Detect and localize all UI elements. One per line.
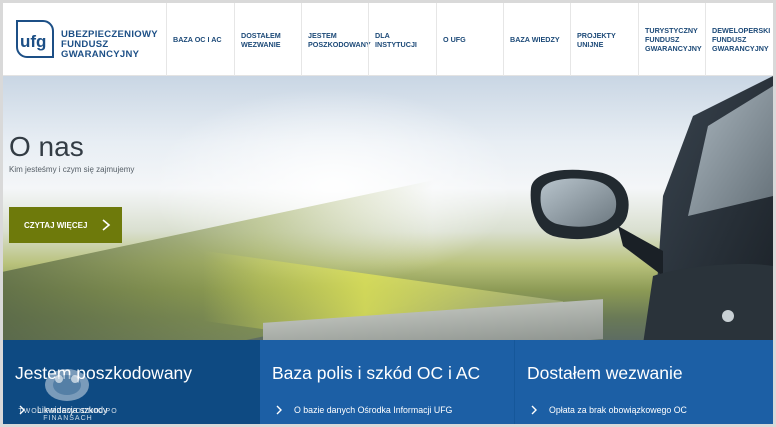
tile-baza-polis[interactable]: Baza polis i szkód OC i AC O bazie danyc…: [260, 340, 514, 424]
nav-label: DLA: [375, 30, 390, 40]
nav-label: DEWELOPERSKI: [712, 26, 771, 35]
browser-viewport: ufg UBEZPIECZENIOWY FUNDUSZ GWARANCYJNY …: [3, 3, 773, 424]
ufg-logo[interactable]: ufg UBEZPIECZENIOWY FUNDUSZ GWARANCYJNY: [13, 17, 163, 63]
hero-title: O nas: [9, 131, 84, 162]
nav-label: BAZA OC I AC: [173, 35, 222, 44]
nav-label: FUNDUSZ: [645, 35, 680, 44]
chevron-right-icon: [102, 219, 111, 231]
logo-line-3: GWARANCYJNY: [61, 49, 140, 60]
watermark-emblem-icon: [45, 369, 89, 401]
nav-label: DOSTAŁEM: [241, 30, 281, 40]
nav-label: PROJEKTY: [577, 30, 616, 40]
nav-label: BAZA WIEDZY: [510, 35, 560, 44]
site-header: ufg UBEZPIECZENIOWY FUNDUSZ GWARANCYJNY …: [3, 3, 773, 76]
nav-label: FUNDUSZ: [712, 35, 747, 44]
tile-dostalem-wezwanie[interactable]: Dostałem wezwanie Opłata za brak obowiąz…: [514, 340, 773, 424]
tile-link-o-bazie-danych[interactable]: O bazie danych Ośrodka Informacji UFG: [274, 405, 452, 415]
logo-text: UBEZPIECZENIOWY FUNDUSZ GWARANCYJNY: [61, 30, 158, 60]
read-more-button[interactable]: CZYTAJ WIĘCEJ: [9, 207, 122, 243]
nav-label: GWARANCYJNY: [712, 44, 769, 53]
nav-item-o-ufg[interactable]: O UFG: [436, 3, 503, 76]
tile-link-label: Opłata za brak obowiązkowego OC: [549, 405, 687, 415]
nav-item-turystyczny-fundusz[interactable]: TURYSTYCZNY FUNDUSZ GWARANCYJNY: [638, 3, 705, 76]
nav-label: INSTYTUCJI: [375, 39, 417, 49]
car-image: [530, 76, 773, 344]
chevron-right-icon: [531, 405, 537, 415]
nav-item-baza-oc-ac[interactable]: BAZA OC I AC: [166, 3, 234, 76]
chevron-right-icon: [276, 405, 282, 415]
ufg-logo-icon: ufg: [16, 20, 54, 58]
nav-item-dla-instytucji[interactable]: DLA INSTYTUCJI: [368, 3, 436, 76]
nav-item-baza-wiedzy[interactable]: BAZA WIEDZY: [503, 3, 570, 76]
nav-label: WEZWANIE: [241, 39, 281, 49]
nav-item-deweloperski-fundusz[interactable]: DEWELOPERSKI FUNDUSZ GWARANCYJNY: [705, 3, 773, 76]
tile-link-label: O bazie danych Ośrodka Informacji UFG: [294, 405, 453, 415]
hero-subtitle: Kim jesteśmy i czym się zajmujemy: [9, 165, 135, 174]
nav-label: UNIJNE: [577, 39, 604, 49]
nav-item-projekty-unijne[interactable]: PROJEKTY UNIJNE: [570, 3, 638, 76]
tile-title: Dostałem wezwanie: [527, 363, 683, 383]
nav-label: TURYSTYCZNY: [645, 26, 698, 35]
nav-label: O UFG: [443, 35, 466, 44]
main-nav: BAZA OC I AC DOSTAŁEM WEZWANIE JESTEM POSZ…: [166, 3, 773, 76]
nav-item-dostalem-wezwanie[interactable]: DOSTAŁEM WEZWANIE: [234, 3, 301, 76]
svg-text:ufg: ufg: [20, 32, 46, 51]
nav-label: JESTEM: [308, 30, 337, 40]
tile-link-oplata-za-brak-oc[interactable]: Opłata za brak obowiązkowego OC: [529, 405, 687, 415]
read-more-label: CZYTAJ WIĘCEJ: [24, 220, 88, 230]
nav-label: POSZKODOWANY: [308, 39, 371, 49]
tile-title: Baza polis i szkód OC i AC: [272, 363, 481, 383]
nav-item-jestem-poszkodowany[interactable]: JESTEM POSZKODOWANY: [301, 3, 371, 76]
nav-label: GWARANCYJNY: [645, 44, 702, 53]
hero-banner: O nas Kim jesteśmy i czym się zajmujemy …: [3, 76, 773, 344]
watermark-text: TWOJ PRZEWODNIK PO FINANSACH: [18, 408, 118, 422]
